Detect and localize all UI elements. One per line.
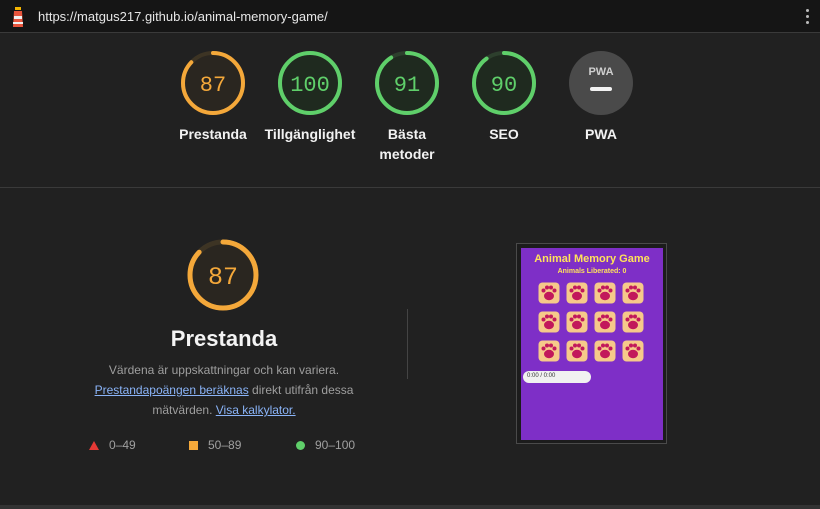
gauge-label: Tillgänglighet bbox=[264, 126, 356, 142]
gauge-ring: 90 bbox=[472, 51, 536, 115]
performance-score-gauge: 87 bbox=[187, 239, 259, 311]
description-text: mätvärden. bbox=[152, 403, 216, 417]
gauge-seo[interactable]: 90 SEO bbox=[456, 50, 552, 144]
lighthouse-icon bbox=[13, 7, 23, 27]
gauge-label: Prestanda bbox=[179, 126, 247, 142]
gauge-ring: 91 bbox=[375, 51, 439, 115]
show-calculator-link[interactable]: Visa kalkylator. bbox=[216, 403, 296, 417]
gauge-label: Bästa metoder bbox=[379, 126, 435, 162]
pass-circle-icon bbox=[296, 441, 305, 451]
paw-card-icon bbox=[566, 340, 588, 362]
section-divider bbox=[0, 187, 820, 188]
svg-text:90: 90 bbox=[491, 73, 517, 98]
audio-player: 0:00 / 0:00 bbox=[523, 371, 591, 383]
legend-fail: 0–49 bbox=[89, 438, 136, 452]
game-subtitle: Animals Liberated: 0 bbox=[557, 268, 627, 275]
gauge-ring: 87 bbox=[181, 51, 245, 115]
paw-card-icon bbox=[566, 282, 588, 304]
average-square-icon bbox=[189, 441, 198, 451]
performance-description: Värdena är uppskattningar och kan varier… bbox=[84, 360, 364, 420]
audio-time: 0:00 / 0:00 bbox=[527, 373, 556, 379]
gauge-best-practices[interactable]: 91 Bästa metoder bbox=[359, 50, 455, 164]
gauge-performance[interactable]: 87 Prestanda bbox=[165, 50, 261, 144]
gauge-label: SEO bbox=[489, 126, 519, 142]
paw-card-icon bbox=[594, 311, 616, 333]
final-screenshot[interactable]: Animal Memory Game Animals Liberated: 0 … bbox=[516, 243, 667, 444]
gauge-pwa[interactable]: PWA PWA bbox=[553, 50, 649, 144]
game-title: Animal Memory Game bbox=[534, 253, 650, 265]
gauge-label: PWA bbox=[585, 126, 617, 142]
paw-card-icon bbox=[622, 311, 644, 333]
paw-card-icon bbox=[566, 311, 588, 333]
bottom-border bbox=[0, 505, 820, 509]
legend-range: 0–49 bbox=[109, 438, 136, 452]
paw-card-icon bbox=[622, 340, 644, 362]
legend-range: 90–100 bbox=[315, 438, 356, 452]
score-summary: 87 Prestanda 100 Tillgänglighet 91 Bästa… bbox=[0, 50, 820, 180]
description-line: Värdena är uppskattningar och kan varier… bbox=[108, 363, 340, 377]
legend-average: 50–89 bbox=[189, 438, 241, 452]
svg-text:87: 87 bbox=[200, 73, 226, 98]
gauge-ring: 100 bbox=[278, 51, 342, 115]
legend-pass: 90–100 bbox=[296, 438, 355, 452]
paw-card-icon bbox=[538, 282, 560, 304]
report-url[interactable]: https://matgus217.github.io/animal-memor… bbox=[38, 9, 328, 24]
url-bar: https://matgus217.github.io/animal-memor… bbox=[0, 0, 820, 33]
score-calculation-link[interactable]: Prestandapoängen beräknas bbox=[95, 383, 249, 397]
legend-range: 50–89 bbox=[208, 438, 242, 452]
gauge-accessibility[interactable]: 100 Tillgänglighet bbox=[262, 50, 358, 144]
fail-triangle-icon bbox=[89, 441, 99, 451]
paw-card-icon bbox=[538, 340, 560, 362]
svg-text:100: 100 bbox=[290, 73, 330, 98]
svg-text:87: 87 bbox=[208, 263, 238, 292]
vertical-divider bbox=[407, 309, 408, 379]
more-options-icon[interactable] bbox=[806, 9, 810, 27]
pwa-badge-icon: PWA bbox=[569, 51, 633, 115]
description-text: direkt utifrån dessa bbox=[248, 383, 354, 397]
paw-card-icon bbox=[594, 282, 616, 304]
screenshot-image: Animal Memory Game Animals Liberated: 0 … bbox=[521, 248, 663, 440]
svg-text:91: 91 bbox=[394, 73, 420, 98]
svg-text:PWA: PWA bbox=[588, 66, 613, 78]
paw-card-icon bbox=[622, 282, 644, 304]
paw-card-icon bbox=[538, 311, 560, 333]
paw-card-icon bbox=[594, 340, 616, 362]
performance-title: Prestanda bbox=[170, 326, 278, 351]
